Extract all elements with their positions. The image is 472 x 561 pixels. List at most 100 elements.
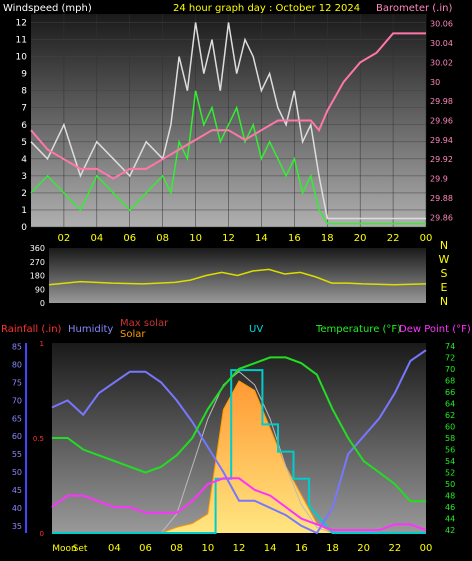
direction-tick-label: 270 — [30, 258, 45, 267]
humidity-tick-label: 65 — [12, 414, 22, 423]
solar-time-tick-label: 16 — [295, 543, 308, 554]
compass-label: S — [441, 267, 448, 280]
rainfall-tick-label: 1 — [40, 340, 44, 348]
graph-title: 24 hour graph day : October 12 2024 — [173, 3, 360, 14]
direction-axis: 360 270 180 90 0 — [30, 244, 45, 308]
solar-time-tick-label: 04 — [108, 543, 121, 554]
windspeed-tick-label: 2 — [21, 189, 27, 199]
wind-time-tick-label: 06 — [123, 233, 136, 244]
temperature-legend: Temperature (°F) — [315, 324, 401, 335]
temperature-tick-label: 52 — [445, 469, 455, 478]
rainfall-tick-label: 0.5 — [33, 435, 44, 443]
temperature-tick-label: 72 — [445, 353, 455, 362]
temperature-tick-label: 54 — [445, 457, 455, 466]
humidity-tick-label: 50 — [12, 468, 22, 477]
windspeed-tick-label: 10 — [16, 53, 28, 63]
solar-time-tick-label: 08 — [170, 543, 183, 554]
wind-time-tick-label: 10 — [189, 233, 202, 244]
windspeed-tick-label: 9 — [21, 70, 27, 80]
humidity-tick-label: 40 — [12, 504, 22, 513]
rainfall-axis: 00.51 — [25, 340, 44, 538]
wind-time-tick-label: 20 — [354, 233, 367, 244]
humidity-tick-label: 55 — [12, 450, 22, 459]
barometer-tick-label: 30.02 — [430, 58, 453, 67]
weather-charts: Windspeed (mph) 24 hour graph day : Octo… — [1, 3, 471, 554]
humidity-tick-label: 60 — [12, 432, 22, 441]
temperature-tick-label: 60 — [445, 422, 455, 431]
temperature-axis: 42 44 46 48 50 52 54 56 58 60 62 64 66 68 70 72 74 — [445, 342, 455, 535]
compass-label: E — [441, 281, 448, 294]
solar-time-tick-label: 12 — [233, 543, 246, 554]
windspeed-tick-label: 8 — [21, 87, 27, 97]
temperature-tick-label: 50 — [445, 480, 455, 489]
solar-time-tick-label: 18 — [326, 543, 339, 554]
barometer-tick-label: 30 — [430, 78, 440, 87]
barometer-tick-label: 29.96 — [430, 117, 453, 126]
barometer-tick-label: 29.98 — [430, 97, 453, 106]
uv-legend: UV — [249, 324, 263, 335]
solar-time-tick-label: 20 — [357, 543, 370, 554]
humidity-tick-label: 35 — [12, 522, 22, 531]
barometer-tick-label: 29.9 — [430, 175, 448, 184]
wind-time-tick-label: 02 — [58, 233, 71, 244]
wind-time-tick-label: 08 — [156, 233, 169, 244]
weather-graph-canvas: Windspeed (mph) 24 hour graph day : Octo… — [0, 0, 472, 561]
temperature-tick-label: 68 — [445, 376, 455, 385]
wind-time-tick-label: 16 — [288, 233, 301, 244]
humidity-tick-label: 85 — [12, 343, 22, 352]
temperature-tick-label: 58 — [445, 434, 455, 443]
set-label: Set — [73, 544, 88, 554]
windspeed-tick-label: 4 — [21, 155, 27, 165]
barometer-tick-label: 29.86 — [430, 213, 453, 222]
barometer-axis: 29.86 29.88 29.9 29.92 29.94 29.96 29.98 30 30.0… — [430, 20, 453, 223]
windspeed-tick-label: 7 — [21, 104, 27, 114]
temperature-tick-label: 56 — [445, 446, 455, 455]
direction-tick-label: 180 — [30, 272, 45, 281]
solar-time-tick-label: 00 — [420, 543, 433, 554]
temperature-tick-label: 70 — [445, 365, 455, 374]
humidity-tick-label: 70 — [12, 396, 22, 405]
temperature-tick-label: 62 — [445, 411, 455, 420]
humidity-legend: Humidity — [68, 324, 113, 335]
temperature-tick-label: 44 — [445, 515, 455, 524]
temperature-tick-label: 48 — [445, 492, 455, 501]
solar-time-tick-label: 06 — [139, 543, 152, 554]
windspeed-tick-label: 5 — [21, 138, 27, 148]
windspeed-tick-label: 6 — [21, 121, 27, 131]
solar-time-tick-label: 22 — [388, 543, 401, 554]
windspeed-label: Windspeed (mph) — [3, 3, 92, 14]
windspeed-tick-label: 0 — [21, 223, 27, 233]
rainfall-legend: Rainfall (.in) — [1, 324, 62, 335]
rainfall-tick-label: 0 — [40, 530, 44, 538]
windspeed-tick-label: 12 — [16, 19, 27, 29]
humidity-tick-label: 75 — [12, 378, 22, 387]
solar-legend: Solar — [120, 329, 146, 340]
wind-time-tick-label: 14 — [255, 233, 268, 244]
temperature-tick-label: 66 — [445, 388, 455, 397]
direction-tick-label: 360 — [30, 244, 45, 253]
wind-time-tick-label: 22 — [387, 233, 400, 244]
barometer-tick-label: 30.04 — [430, 39, 453, 48]
temperature-tick-label: 74 — [445, 342, 455, 351]
direction-tick-label: 0 — [40, 299, 45, 308]
solar-time-tick-label: 14 — [264, 543, 277, 554]
solar-time-tick-label: 10 — [201, 543, 214, 554]
temperature-tick-label: 64 — [445, 399, 455, 408]
wind-time-tick-label: 04 — [90, 233, 103, 244]
direction-tick-label: 90 — [35, 285, 45, 294]
compass-label: W — [439, 253, 450, 266]
barometer-tick-label: 29.94 — [430, 136, 453, 145]
solar-time-axis: MoonSet 04 06 08 10 12 14 16 18 20 22 00 — [52, 543, 432, 554]
temperature-tick-label: 46 — [445, 503, 455, 512]
wind-time-axis: 02 04 06 08 10 12 14 16 18 20 22 00 — [58, 233, 433, 244]
compass-label: N — [440, 295, 448, 308]
windspeed-tick-label: 3 — [21, 172, 27, 182]
wind-time-tick-label: 18 — [321, 233, 334, 244]
windspeed-axis: 0123456789101112 — [16, 19, 28, 233]
barometer-tick-label: 30.06 — [430, 20, 453, 29]
compass-label: N — [440, 239, 448, 252]
barometer-tick-label: 29.92 — [430, 155, 453, 164]
compass-axis: NWSEN — [439, 239, 450, 308]
humidity-axis: 35 40 45 50 55 60 65 70 75 80 85 — [12, 343, 22, 531]
barometer-tick-label: 29.88 — [430, 194, 453, 203]
